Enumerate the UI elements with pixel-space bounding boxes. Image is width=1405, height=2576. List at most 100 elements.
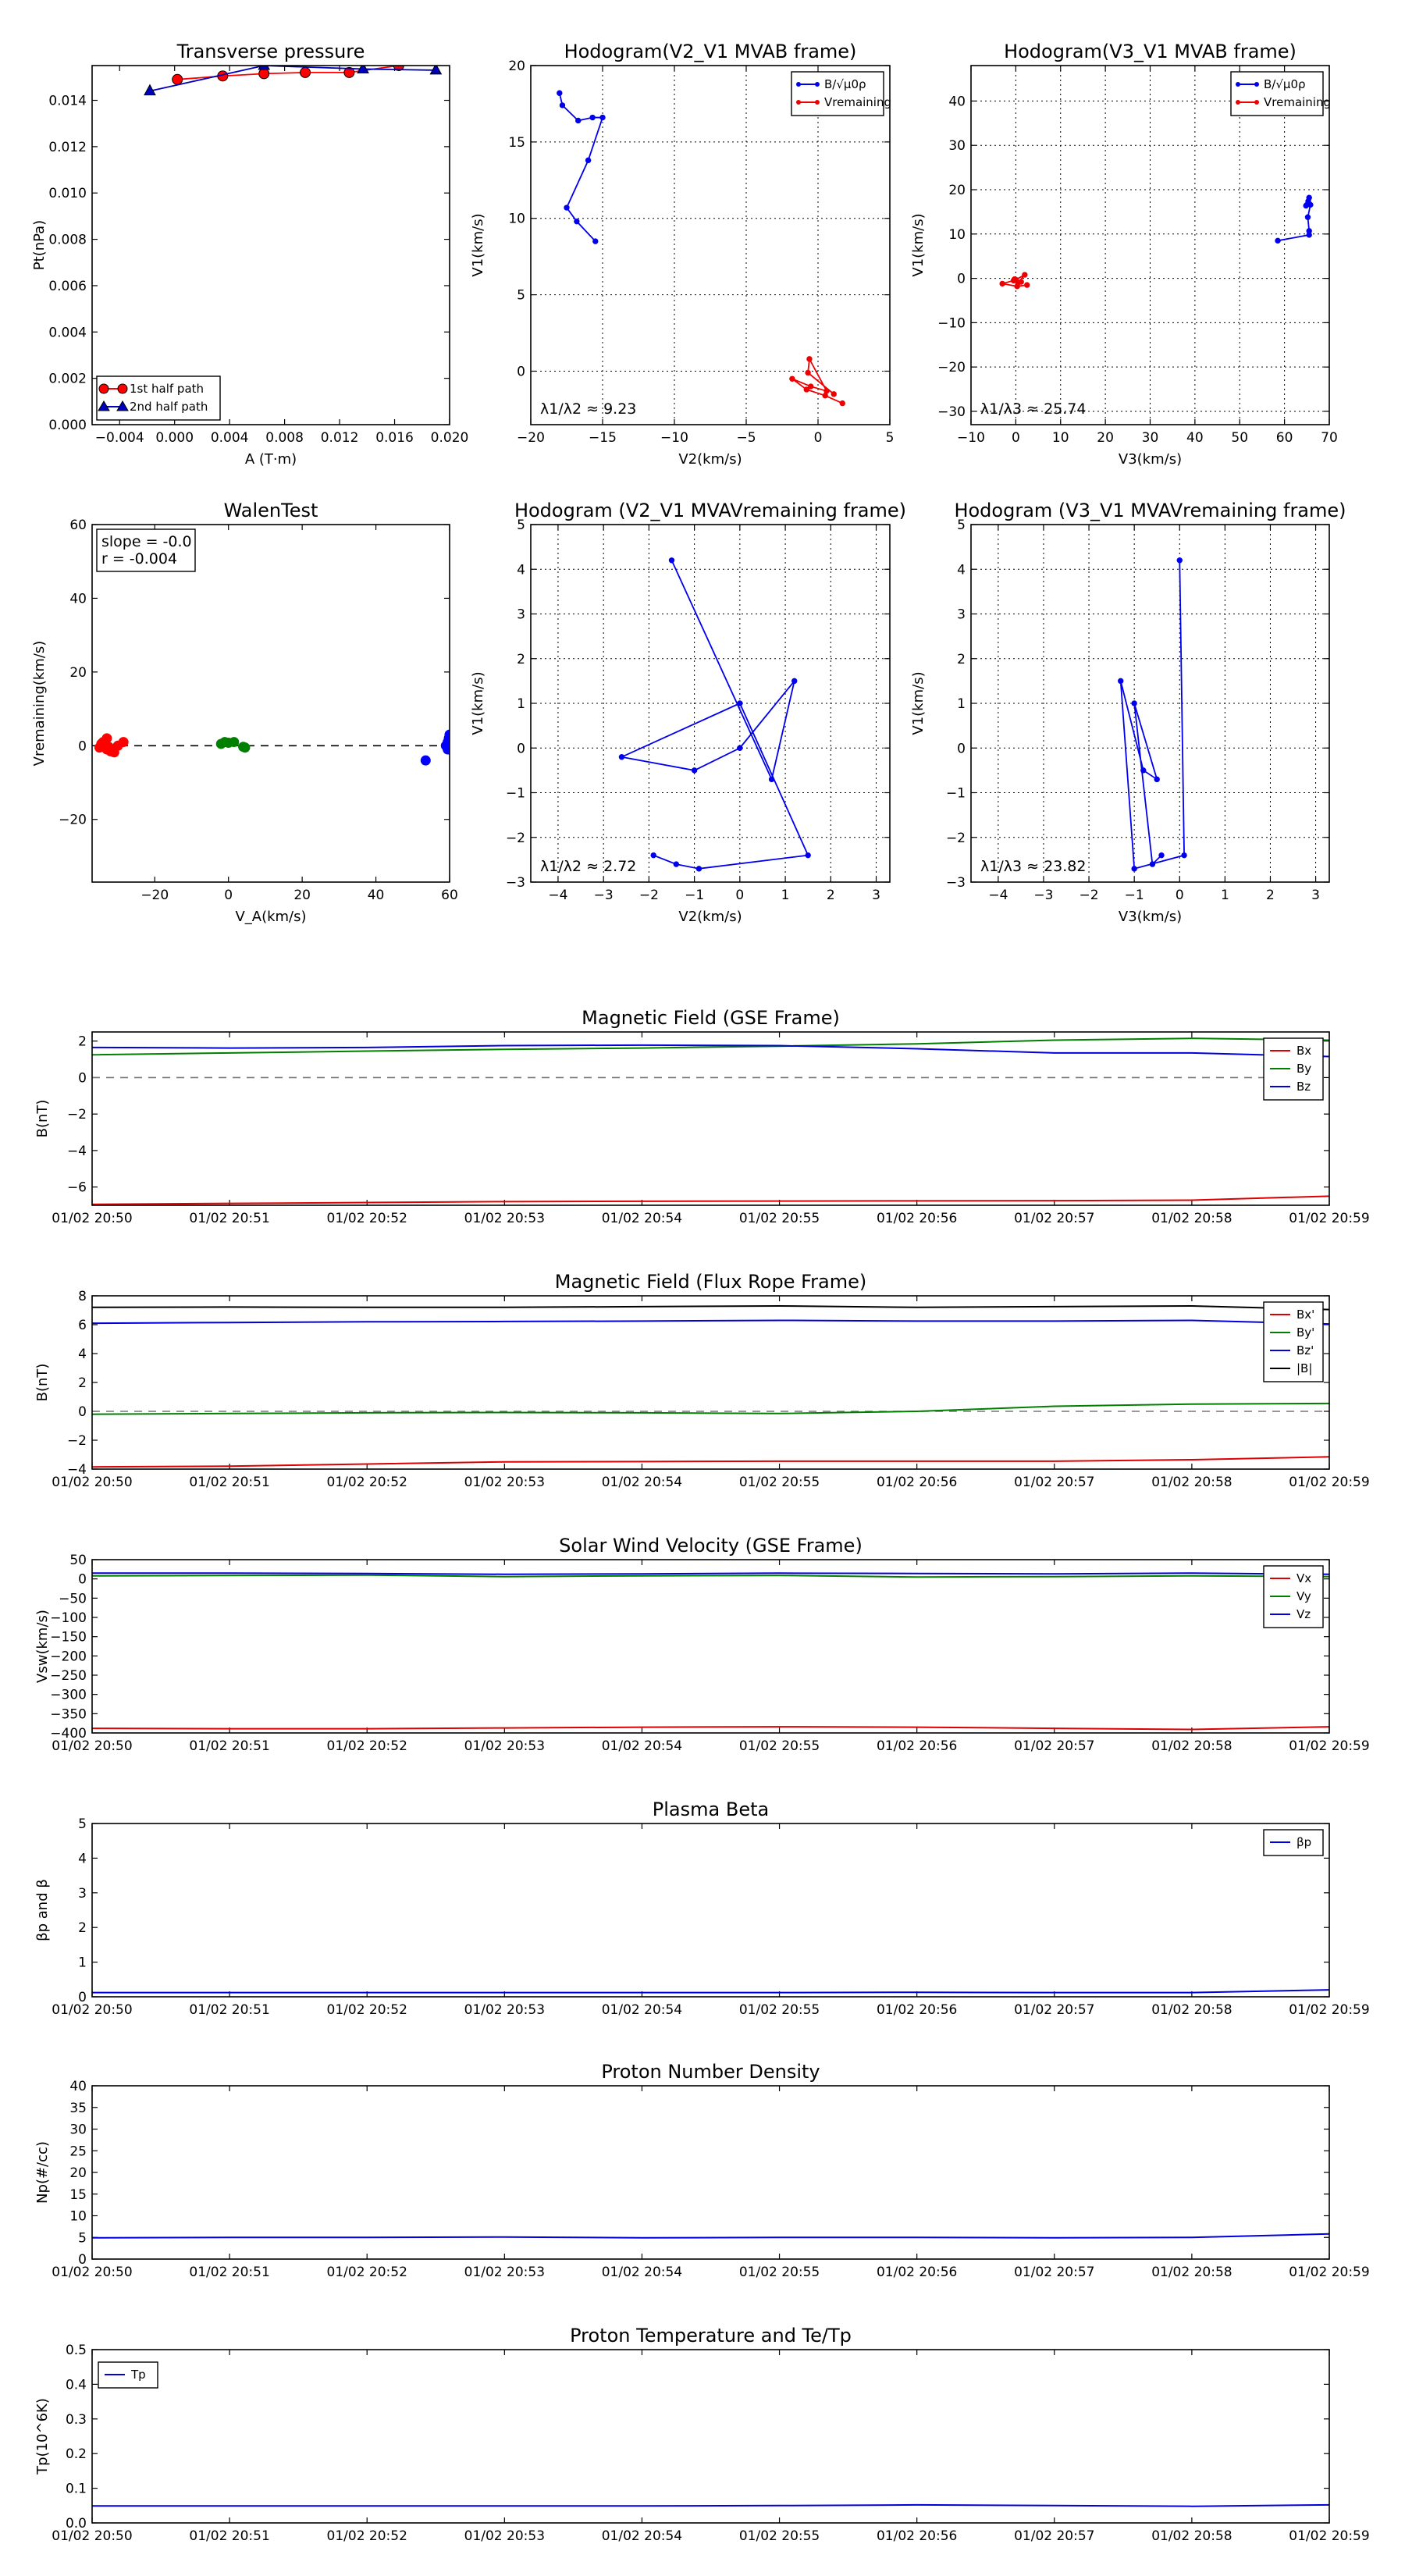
data-point bbox=[1018, 279, 1024, 285]
x-tick-label: 0.020 bbox=[431, 430, 469, 446]
legend-label: Bz' bbox=[1297, 1343, 1314, 1357]
y-axis-label: B(nT) bbox=[34, 1364, 51, 1402]
y-tick-label: 4 bbox=[78, 1347, 87, 1362]
chart-title: Magnetic Field (Flux Rope Frame) bbox=[555, 1271, 866, 1293]
legend: Bx' By' Bz' |B| bbox=[1263, 1301, 1324, 1382]
y-tick-label: 3 bbox=[957, 607, 966, 623]
legend-marker bbox=[117, 383, 128, 394]
x-tick-label: 01/02 20:51 bbox=[189, 1211, 269, 1226]
y-tick-label: 1 bbox=[957, 696, 966, 712]
x-tick-label: −20 bbox=[517, 430, 545, 446]
legend-marker bbox=[796, 82, 801, 87]
y-tick-label: 50 bbox=[69, 1553, 87, 1568]
y-axis-label: V1(km/s) bbox=[910, 213, 927, 276]
x-tick-label: 01/02 20:55 bbox=[739, 1475, 820, 1490]
x-tick-label: 01/02 20:50 bbox=[52, 2002, 132, 2018]
y-tick-label: 0.006 bbox=[48, 279, 87, 294]
y-axis-label: βp and β bbox=[34, 1879, 51, 1941]
y-tick-label: −20 bbox=[937, 360, 966, 375]
x-tick-label: 01/02 20:51 bbox=[189, 2002, 269, 2018]
y-tick-label: 40 bbox=[69, 591, 87, 607]
legend: Vx Vy Vz bbox=[1263, 1565, 1324, 1628]
data-point bbox=[673, 861, 680, 867]
plot-area bbox=[94, 729, 450, 766]
series-line-3 bbox=[92, 1304, 1329, 1311]
y-tick-label: −50 bbox=[59, 1591, 87, 1606]
legend-marker bbox=[1254, 82, 1259, 87]
chart-bgse: 01/02 20:50 01/02 20:51 01/02 20:52 01/02 2… bbox=[34, 1007, 1370, 1226]
legend-label: B/√μ0ρ bbox=[1264, 77, 1306, 91]
legend-label: Vx bbox=[1297, 1571, 1311, 1585]
x-tick-label: 01/02 20:50 bbox=[52, 2265, 132, 2280]
y-tick-label: 4 bbox=[957, 562, 966, 578]
y-tick-label: 40 bbox=[69, 2079, 87, 2094]
legend-label: Vremaining bbox=[824, 95, 891, 109]
x-axis-label: V2(km/s) bbox=[678, 909, 742, 925]
data-point bbox=[691, 767, 698, 774]
data-point bbox=[668, 557, 675, 564]
data-point bbox=[831, 391, 837, 397]
y-axis-label: V1(km/s) bbox=[470, 671, 486, 735]
x-tick-label: 01/02 20:52 bbox=[327, 2265, 407, 2280]
legend-label: By bbox=[1297, 1062, 1311, 1076]
chart-title: Hodogram (V2_V1 MVAVremaining frame) bbox=[514, 500, 906, 521]
series-line-0 bbox=[92, 1195, 1329, 1205]
x-tick-label: 01/02 20:56 bbox=[877, 2265, 957, 2280]
series-line-2 bbox=[92, 1319, 1329, 1325]
y-tick-label: 0 bbox=[957, 741, 966, 756]
x-tick-label: 0 bbox=[1012, 430, 1020, 446]
x-tick-label: 01/02 20:50 bbox=[52, 1211, 132, 1226]
y-tick-label: −1 bbox=[946, 786, 966, 802]
plot-area bbox=[999, 194, 1314, 290]
x-tick-label: 40 bbox=[1186, 430, 1204, 446]
y-tick-label: 20 bbox=[69, 665, 87, 681]
data-point bbox=[839, 400, 845, 407]
y-tick-label: 1 bbox=[78, 1955, 87, 1971]
chart-pt: −0.004 0.000 0.004 0.008 0.012 0.016 0.020 0.00… bbox=[31, 41, 468, 468]
x-tick-label: 01/02 20:56 bbox=[877, 1738, 957, 1754]
x-tick-label: 01/02 20:53 bbox=[464, 1211, 545, 1226]
y-tick-label: 0 bbox=[78, 1990, 87, 2005]
x-tick-label: 1 bbox=[781, 888, 790, 903]
y-tick-label: −250 bbox=[50, 1668, 87, 1684]
x-tick-label: 01/02 20:52 bbox=[327, 2002, 407, 2018]
y-tick-label: 2 bbox=[78, 1920, 87, 1936]
y-tick-label: 20 bbox=[948, 183, 966, 198]
plot-area bbox=[144, 66, 443, 96]
y-axis-label: Vremaining(km/s) bbox=[31, 641, 48, 767]
y-tick-label: 35 bbox=[69, 2101, 87, 2116]
data-point bbox=[737, 745, 743, 751]
data-point bbox=[172, 73, 183, 85]
chart-title: Hodogram(V3_V1 MVAB frame) bbox=[1004, 41, 1297, 62]
x-tick-label: 0 bbox=[814, 430, 823, 446]
chart-beta: 01/02 20:50 01/02 20:51 01/02 20:52 01/02 2… bbox=[34, 1799, 1370, 2018]
legend: B/√μ0ρ Vremaining bbox=[1230, 71, 1331, 116]
x-tick-label: 01/02 20:57 bbox=[1014, 2528, 1094, 2544]
x-tick-label: 60 bbox=[1276, 430, 1293, 446]
x-tick-label: −2 bbox=[1080, 888, 1099, 903]
y-tick-label: −2 bbox=[67, 1433, 87, 1449]
x-tick-label: 0 bbox=[1176, 888, 1184, 903]
y-tick-label: 4 bbox=[78, 1851, 87, 1866]
y-tick-label: 8 bbox=[78, 1289, 87, 1304]
legend-label: |B| bbox=[1297, 1361, 1312, 1375]
data-point bbox=[1306, 194, 1312, 201]
x-tick-label: 01/02 20:56 bbox=[877, 1211, 957, 1226]
x-tick-label: 1 bbox=[1221, 888, 1229, 903]
data-point bbox=[1149, 861, 1156, 867]
x-tick-label: 01/02 20:54 bbox=[602, 1738, 682, 1754]
y-tick-label: 0.3 bbox=[66, 2412, 87, 2428]
x-tick-label: −0.004 bbox=[95, 430, 144, 446]
legend-label: Bz bbox=[1297, 1080, 1311, 1094]
y-tick-label: 4 bbox=[517, 562, 525, 578]
data-point bbox=[1118, 678, 1124, 685]
y-tick-label: 0 bbox=[957, 272, 966, 287]
data-point bbox=[650, 852, 656, 859]
eigenvalue-ratio: λ1/λ2 ≈ 9.23 bbox=[540, 400, 636, 418]
x-axis-label: V_A(km/s) bbox=[235, 909, 306, 925]
chart-hodo1: −20 −15 −10 −5 0 5 0 5 10 15 20 Hodogram(V2_V1 MVAB… bbox=[470, 41, 894, 468]
legend-label: Tp bbox=[130, 2368, 146, 2382]
x-tick-label: −3 bbox=[1033, 888, 1053, 903]
x-tick-label: 01/02 20:59 bbox=[1289, 1475, 1369, 1490]
x-tick-label: 2 bbox=[1266, 888, 1275, 903]
